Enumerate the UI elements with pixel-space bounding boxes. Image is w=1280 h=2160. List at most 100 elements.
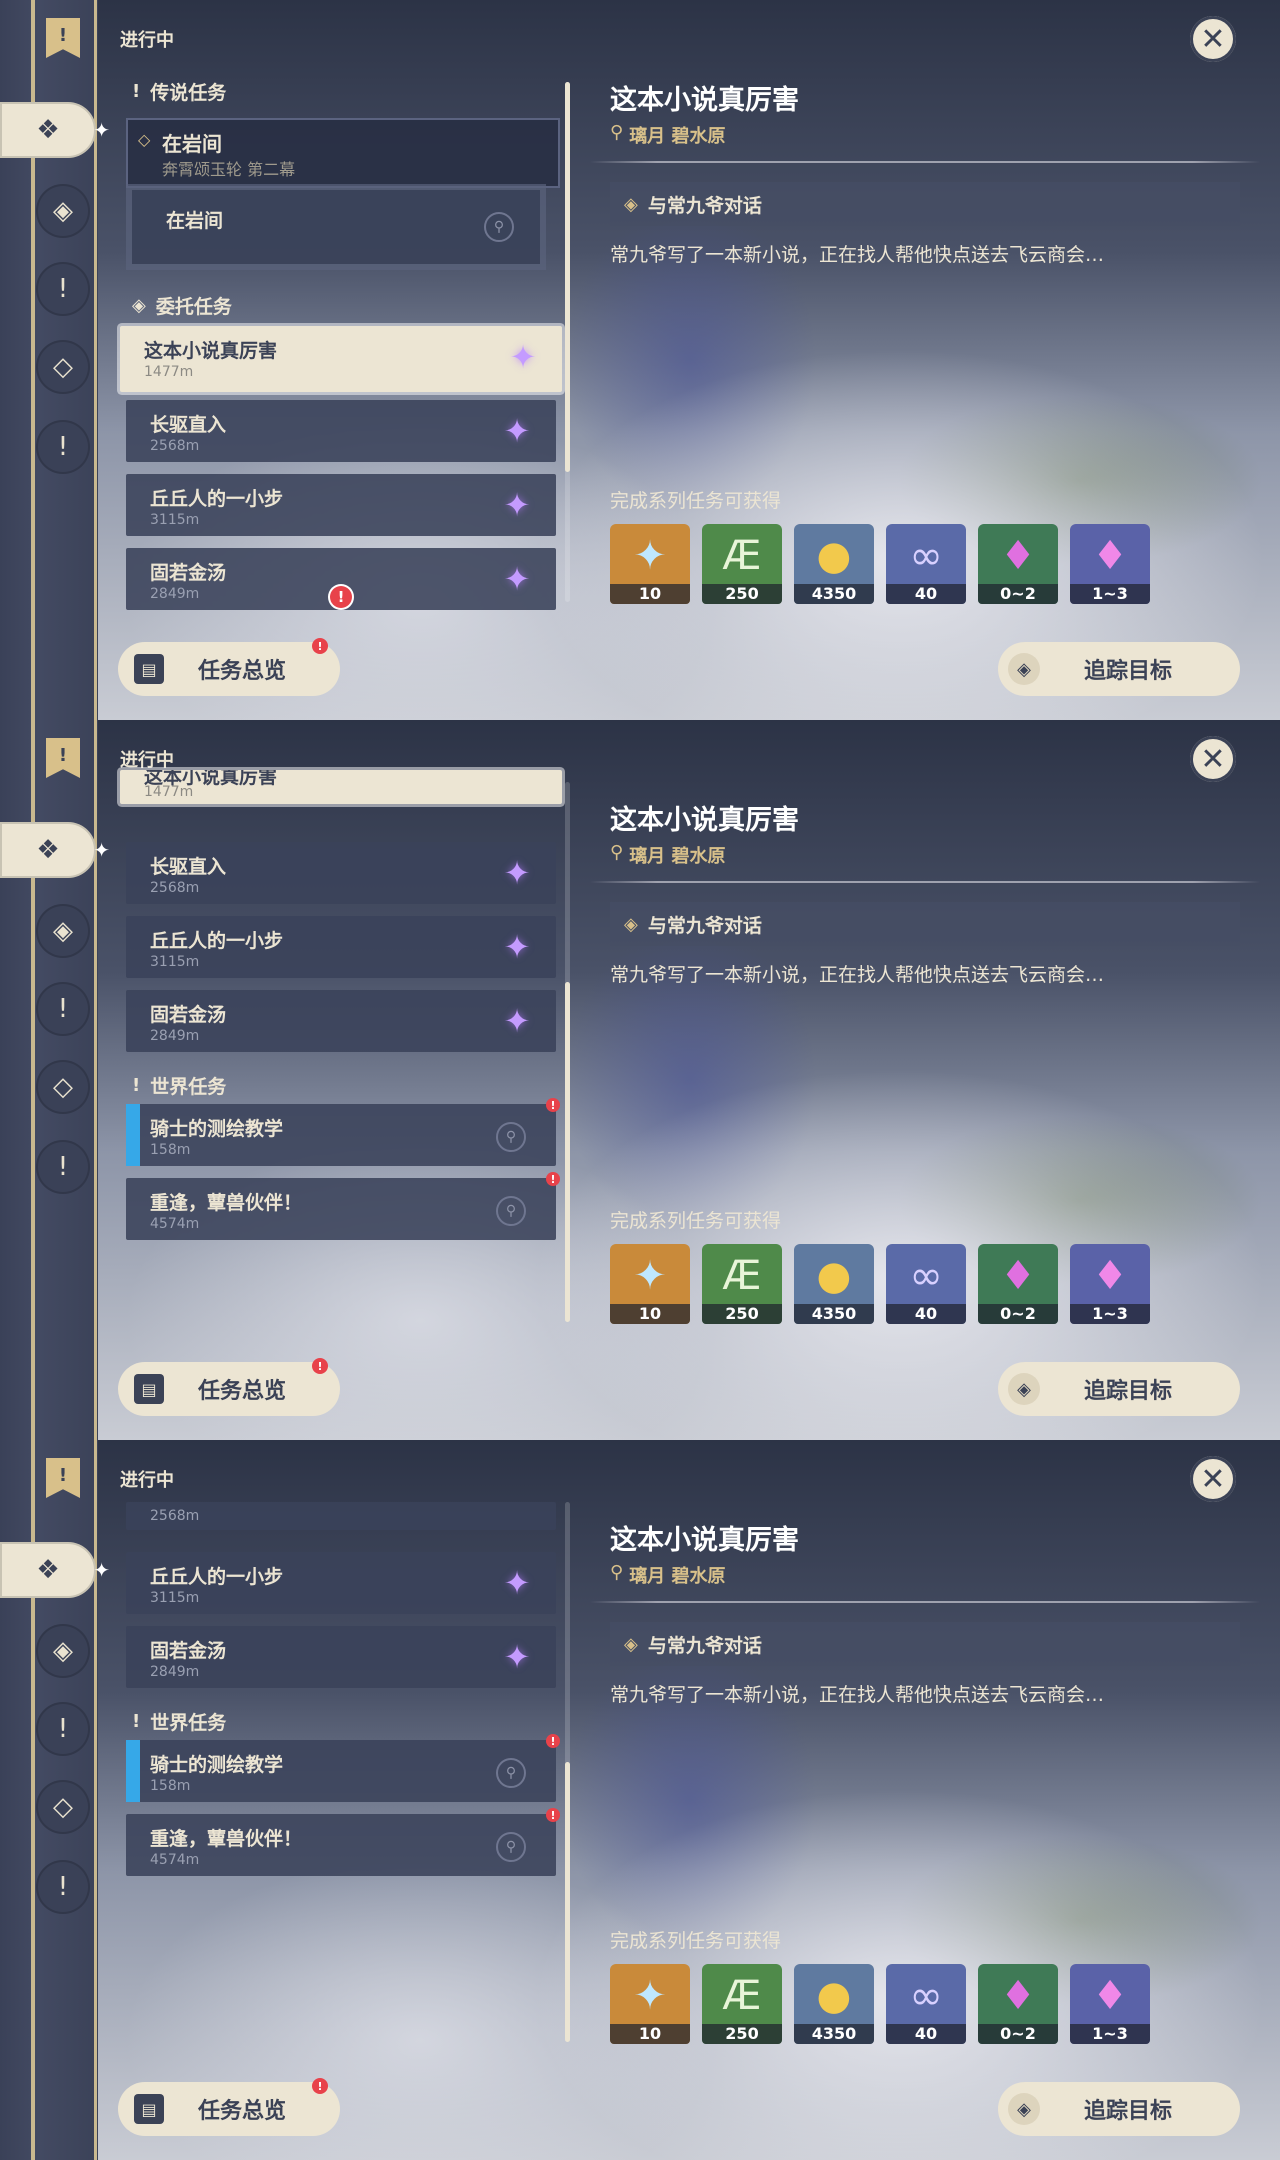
rail-commission-icon[interactable]: ◇ (36, 340, 90, 394)
reward-companionship-exp[interactable]: ∞ 40 (886, 1244, 966, 1324)
reward-companionship-exp[interactable]: ∞ 40 (886, 1964, 966, 2044)
reward-primogem[interactable]: ✦ 10 (610, 1964, 690, 2044)
rail-commission-icon[interactable]: ◇ (36, 1060, 90, 1114)
reward-crystal-small[interactable]: ♦ 1~3 (1070, 524, 1150, 604)
legend-quest-row[interactable]: ◇ 在岩间 奔霄颂玉轮 第二幕 (126, 118, 560, 188)
reward-crystal-large[interactable]: ♦ 0~2 (978, 1244, 1058, 1324)
reward-companionship-exp[interactable]: ∞ 40 (886, 524, 966, 604)
quest-row[interactable]: 骑士的测绘教学 158m ⚲ ! (126, 1098, 560, 1166)
quest-row[interactable]: 重逢，蕈兽伙伴！ 4574m ⚲ ! (126, 1808, 560, 1876)
crystal-icon: ♦ (1092, 1973, 1128, 2019)
reward-primogem[interactable]: ✦ 10 (610, 524, 690, 604)
location-pin-icon[interactable]: ⚲ (496, 1832, 526, 1862)
companionship-icon: ∞ (909, 533, 943, 579)
quest-overview-button[interactable]: ▤ 任务总览 ! (118, 2078, 340, 2136)
rail-story-quest-icon[interactable]: ! (36, 262, 90, 316)
quest-row[interactable]: 丘丘人的一小步 3115m ✦ (126, 474, 556, 536)
adventure-exp-icon: Æ (722, 1253, 762, 1299)
alert-badge-icon: ! (546, 1734, 560, 1748)
rail-story-quest-icon[interactable]: ! (36, 982, 90, 1036)
category-commissions: ◈ 委托任务 (132, 295, 232, 318)
quest-row[interactable]: 长驱直入 2568m ✦ (126, 842, 556, 904)
quest-row[interactable]: 丘丘人的一小步 3115m ✦ (126, 1552, 556, 1614)
quest-row[interactable]: 重逢，蕈兽伙伴！ 4574m ⚲ ! (126, 1172, 560, 1240)
quest-title: 这本小说真厉害 (610, 85, 799, 116)
close-icon[interactable]: ✕ (1190, 1456, 1236, 1502)
rail-archon-quest-icon[interactable]: ◈ (36, 904, 90, 958)
reward-mora[interactable]: ● 4350 (794, 1244, 874, 1324)
primogem-icon: ✦ (633, 1973, 667, 2019)
quest-description: 常九爷写了一本新小说，正在找人帮他快点送去飞云商会… (610, 244, 1105, 266)
crystal-icon: ♦ (1092, 1253, 1128, 1299)
objective-diamond-icon: ◈ (624, 913, 638, 935)
rail-story-quest-icon[interactable]: ! (36, 1702, 90, 1756)
rail-commission-icon[interactable]: ◇ (36, 1780, 90, 1834)
quest-row[interactable]: 固若金汤 2849m ✦ (126, 990, 556, 1052)
objective-diamond-icon: ◈ (624, 1633, 638, 1655)
quest-row[interactable]: 长驱直入 2568m ✦ (126, 400, 556, 462)
close-icon[interactable]: ✕ (1190, 736, 1236, 782)
quest-row[interactable]: 丘丘人的一小步 3115m ✦ (126, 916, 556, 978)
crystal-icon: ♦ (1000, 1973, 1036, 2019)
quest-overview-button[interactable]: ▤ 任务总览 ! (118, 638, 340, 696)
track-diamond-icon: ◈ (1008, 2093, 1040, 2125)
rewards-list: ✦ 10 Æ 250 ● 4350 ∞ 40 ♦ 0~2 ♦ 1~3 (610, 1964, 1150, 2044)
overview-book-icon: ▤ (134, 2094, 164, 2124)
reward-mora[interactable]: ● 4350 (794, 1964, 874, 2044)
reward-crystal-large[interactable]: ♦ 0~2 (978, 524, 1058, 604)
tracked-stripe (126, 1104, 140, 1166)
location-pin-icon[interactable]: ⚲ (496, 1122, 526, 1152)
track-objective-button[interactable]: ◈ 追踪目标 (998, 2082, 1240, 2136)
rail-archon-quest-icon[interactable]: ◈ (36, 184, 90, 238)
rewards-heading: 完成系列任务可获得 (610, 1930, 782, 1952)
list-scrollbar[interactable] (565, 782, 570, 1322)
rail-all-quests-icon[interactable]: ❖ (0, 102, 110, 158)
quest-row[interactable]: 固若金汤 2849m ✦ (126, 1626, 556, 1688)
location-pin-icon[interactable]: ⚲ (496, 1196, 526, 1226)
quest-row[interactable]: 骑士的测绘教学 158m ⚲ ! (126, 1734, 560, 1802)
location-pin-icon[interactable]: ⚲ (496, 1758, 526, 1788)
quest-row-selected[interactable]: 这本小说真厉害 1477m (120, 770, 562, 804)
list-scrollbar[interactable] (565, 1502, 570, 2042)
track-objective-button[interactable]: ◈ 追踪目标 (998, 1362, 1240, 1416)
reward-mora[interactable]: ● 4350 (794, 524, 874, 604)
mora-coin-icon: ● (816, 533, 852, 579)
reward-crystal-small[interactable]: ♦ 1~3 (1070, 1964, 1150, 2044)
companionship-icon: ∞ (909, 1973, 943, 2019)
crystal-icon: ♦ (1000, 533, 1036, 579)
reward-crystal-small[interactable]: ♦ 1~3 (1070, 1244, 1150, 1324)
reward-adventure-exp[interactable]: Æ 250 (702, 524, 782, 604)
reward-adventure-exp[interactable]: Æ 250 (702, 1244, 782, 1324)
list-scrollbar[interactable] (565, 82, 570, 602)
commission-star-icon: ✦ (503, 1638, 531, 1676)
alert-badge-icon: ! (312, 1358, 328, 1374)
reward-primogem[interactable]: ✦ 10 (610, 1244, 690, 1324)
commission-star-icon: ✦ (503, 854, 531, 892)
quest-location: ⚲ 璃月 碧水原 (610, 122, 726, 147)
track-objective-button[interactable]: ◈ 追踪目标 (998, 642, 1240, 696)
mora-coin-icon: ● (816, 1973, 852, 2019)
legend-subquest-row[interactable]: 在岩间 ⚲ (132, 190, 540, 264)
close-icon[interactable]: ✕ (1190, 16, 1236, 62)
reward-adventure-exp[interactable]: Æ 250 (702, 1964, 782, 2044)
more-below-alert-icon[interactable]: ! (330, 586, 352, 608)
location-pin-icon: ⚲ (610, 1562, 624, 1583)
quest-row-selected[interactable]: 这本小说真厉害 1477m ✦ (120, 326, 562, 392)
quest-row[interactable]: 2568m (126, 1502, 556, 1530)
rewards-heading: 完成系列任务可获得 (610, 1210, 782, 1232)
rail-world-quest-icon[interactable]: ! (36, 420, 90, 474)
rail-archon-quest-icon[interactable]: ◈ (36, 1624, 90, 1678)
location-pin-icon[interactable]: ⚲ (484, 212, 514, 242)
quest-overview-button[interactable]: ▤ 任务总览 ! (118, 1358, 340, 1416)
reward-crystal-large[interactable]: ♦ 0~2 (978, 1964, 1058, 2044)
divider (590, 1601, 1260, 1603)
section-header: 进行中 (120, 750, 174, 771)
rail-all-quests-icon[interactable]: ❖ (0, 1542, 110, 1598)
rail-all-quests-icon[interactable]: ❖ (0, 822, 110, 878)
rail-world-quest-icon[interactable]: ! (36, 1140, 90, 1194)
location-pin-icon: ⚲ (610, 122, 624, 143)
primogem-icon: ✦ (633, 1253, 667, 1299)
section-header: 进行中 (120, 1470, 174, 1491)
quest-title: 这本小说真厉害 (610, 1525, 799, 1556)
rail-world-quest-icon[interactable]: ! (36, 1860, 90, 1914)
